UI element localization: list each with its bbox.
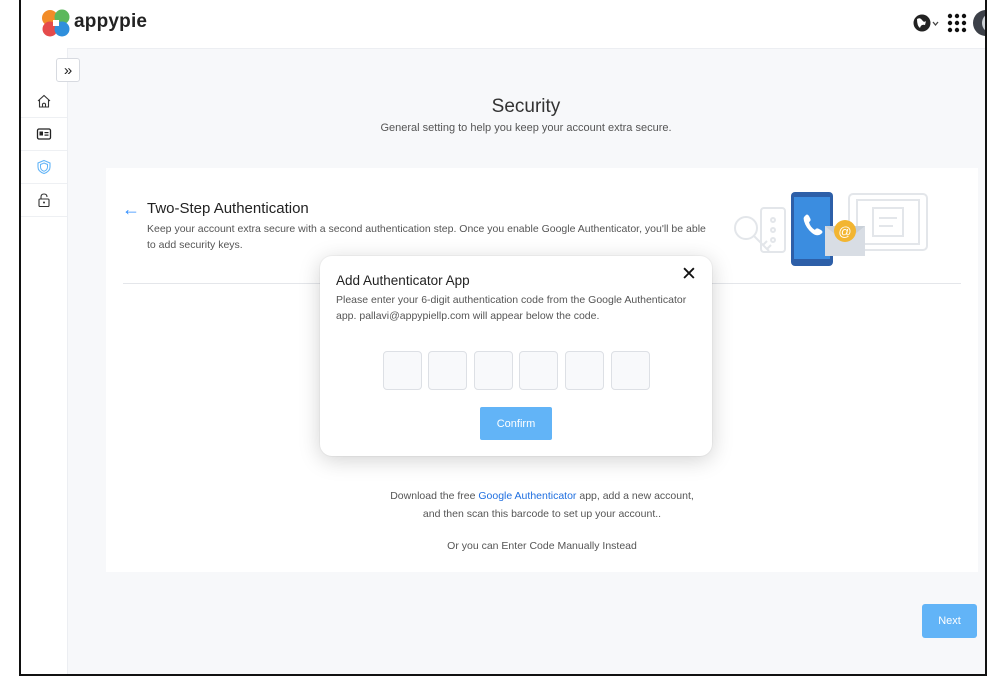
page-title: Security bbox=[491, 96, 561, 117]
code-digit-5[interactable] bbox=[565, 351, 604, 390]
top-bar: appypie bbox=[21, 0, 985, 49]
sidebar bbox=[21, 48, 68, 674]
sidebar-item-home[interactable] bbox=[21, 85, 67, 118]
modal-title: Add Authenticator App bbox=[336, 273, 470, 288]
app-window: appypie » Security General setting to he… bbox=[19, 0, 987, 676]
appypie-logo-icon bbox=[42, 9, 70, 37]
code-digit-1[interactable] bbox=[383, 351, 422, 390]
svg-text:@: @ bbox=[838, 224, 851, 239]
avatar[interactable] bbox=[973, 10, 985, 36]
apps-grid-icon[interactable] bbox=[946, 11, 968, 35]
download-prefix: Download the free bbox=[390, 490, 479, 502]
sidebar-expand-button[interactable]: » bbox=[56, 58, 80, 82]
code-digit-4[interactable] bbox=[519, 351, 558, 390]
code-digit-6[interactable] bbox=[611, 351, 650, 390]
two-step-title: Two-Step Authentication bbox=[147, 200, 309, 217]
download-line-2: and then scan this barcode to set up you… bbox=[422, 508, 662, 520]
modal-description: Please enter your 6-digit authentication… bbox=[336, 294, 687, 322]
sidebar-item-security[interactable] bbox=[21, 151, 67, 184]
sidebar-item-privacy[interactable] bbox=[21, 184, 67, 217]
sidebar-item-profile[interactable] bbox=[21, 118, 67, 151]
globe-icon[interactable] bbox=[912, 11, 942, 35]
enter-code-manually-link[interactable]: Or you can Enter Code Manually Instead bbox=[106, 540, 978, 552]
two-step-description: Keep your account extra secure with a se… bbox=[147, 223, 706, 251]
back-arrow-icon[interactable]: ← bbox=[122, 200, 140, 218]
download-suffix: app, add a new account, bbox=[576, 490, 694, 502]
code-digit-2[interactable] bbox=[428, 351, 467, 390]
confirm-button[interactable]: Confirm bbox=[480, 407, 552, 440]
shield-icon bbox=[37, 159, 51, 175]
home-icon bbox=[37, 94, 51, 108]
next-button[interactable]: Next bbox=[922, 604, 977, 638]
page-subtitle: General setting to help you keep your ac… bbox=[380, 122, 672, 134]
close-icon[interactable]: ✕ bbox=[681, 265, 697, 284]
security-illustration: @ bbox=[734, 192, 928, 266]
lock-icon bbox=[38, 193, 50, 208]
google-authenticator-link[interactable]: Google Authenticator bbox=[478, 490, 576, 502]
add-authenticator-modal: Add Authenticator App ✕ Please enter you… bbox=[320, 256, 712, 456]
code-digit-3[interactable] bbox=[474, 351, 513, 390]
id-card-icon bbox=[36, 128, 52, 140]
brand-name[interactable]: appypie bbox=[74, 11, 147, 33]
download-line-1: Download the free Google Authenticator a… bbox=[106, 490, 978, 502]
